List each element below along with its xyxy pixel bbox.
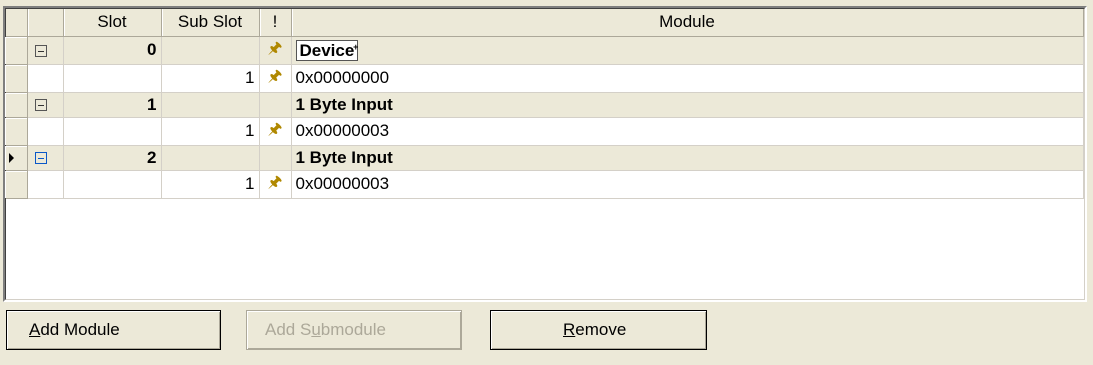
row-selector[interactable] (5, 92, 28, 118)
collapse-icon[interactable] (34, 44, 47, 57)
add-module-label: Add Module (29, 320, 120, 339)
row-selector[interactable] (5, 36, 28, 65)
remove-button[interactable]: Remove (490, 310, 707, 350)
module-name: Device (299, 40, 355, 60)
grid-frame (5, 8, 1085, 300)
collapse-icon[interactable] (34, 152, 47, 165)
module-grid[interactable]: Slot Sub Slot ! Module 0 🖈 Device +1 🖈 0x0000… (3, 6, 1087, 302)
add-submodule-button[interactable]: Add Submodule (246, 310, 462, 350)
edit-marker-icon: + (353, 41, 359, 52)
remove-label: Remove (563, 320, 627, 339)
current-row-arrow-icon (9, 152, 14, 163)
add-module-button[interactable]: Add Module (6, 310, 221, 350)
row-selector[interactable] (5, 117, 28, 146)
module-edit-box[interactable]: Device + (295, 39, 359, 61)
collapse-icon[interactable] (34, 99, 47, 112)
row-selector[interactable] (5, 64, 28, 93)
add-submodule-label: Add Submodule (265, 320, 386, 339)
row-selector[interactable] (5, 170, 28, 199)
row-selector[interactable] (5, 145, 28, 171)
